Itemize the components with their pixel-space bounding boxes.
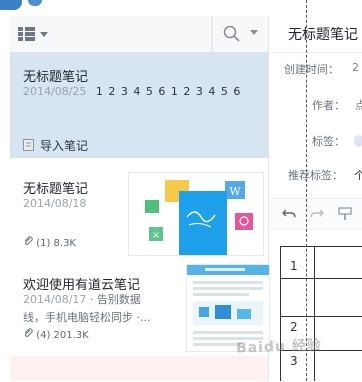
note-item-3[interactable]: 欢迎使用有道云笔记 2014/08/17 · 告别数据 线，手机电脑轻松同步 ·… [10, 258, 270, 357]
table-row[interactable]: 1 [280, 246, 362, 279]
table-cell-text: 3 [290, 354, 298, 368]
import-note-link[interactable]: 导入笔记 [23, 136, 88, 154]
svg-text:×: × [152, 230, 160, 241]
note-snippet-line2: 线，手机电脑轻松同步 ·... [23, 311, 151, 324]
note-date-text: 2014/08/25 [23, 85, 87, 98]
import-note-label: 导入笔记 [40, 138, 89, 153]
list-view-icon [18, 27, 48, 41]
view-mode-button[interactable] [18, 26, 54, 42]
paperclip-icon [24, 236, 33, 245]
redo-icon[interactable] [310, 208, 324, 220]
note-item-4[interactable] [10, 356, 268, 381]
recommended-tags-value: 个 [354, 169, 362, 182]
note-detail-panel: 无标题笔记 创建时间： 2 作者： 点 标签： 推荐标签： 个 1 2 3 [270, 16, 362, 381]
format-brush-icon[interactable] [338, 207, 352, 221]
note-table[interactable]: 1 2 3 [280, 246, 362, 381]
attachment-info: (1) 8.3K [23, 236, 76, 249]
table-row[interactable] [280, 278, 362, 317]
note-snippet-line1: · 告别数据 [89, 293, 141, 306]
search-icon[interactable] [222, 24, 242, 44]
dashed-guide-line [306, 0, 307, 381]
tags-label: 标签： [312, 135, 345, 148]
recommended-tags-label: 推荐标签： [288, 169, 343, 182]
handwriting-app-thumbnail: W × [145, 180, 253, 255]
created-time-value: 2 [352, 61, 359, 74]
note-list-toolbar [10, 16, 268, 53]
note-item-2[interactable]: 无标题笔记 2014/08/18 (1) 8.3K W × [10, 158, 268, 259]
note-date: 2014/08/25 1 2 3 4 5 6 1 2 3 4 5 6 [23, 85, 241, 98]
search-area[interactable] [211, 16, 268, 52]
author-value: 点 [355, 99, 362, 112]
attachment-text: (1) 8.3K [36, 238, 76, 249]
note-date: 2014/08/18 [23, 197, 87, 210]
brand-shape [0, 0, 22, 10]
note-item-1[interactable]: 无标题笔记 2014/08/25 1 2 3 4 5 6 1 2 3 4 5 6… [10, 52, 268, 159]
note-thumbnail: W × [128, 172, 264, 256]
note-title: 无标题笔记 [23, 70, 89, 85]
created-time-label: 创建时间： [284, 63, 339, 76]
table-cell-text: 2 [290, 320, 298, 334]
divider [270, 52, 362, 53]
note-date-snippet: 2014/08/17 · 告别数据 [23, 291, 141, 307]
chevron-down-icon[interactable] [250, 30, 258, 35]
top-strip [0, 0, 362, 16]
attachment-text: (4) 201.3K [36, 330, 89, 341]
notebook-icon [23, 139, 34, 151]
brand-shape-2 [28, 0, 42, 6]
editor-toolbar [270, 198, 362, 230]
paperclip-icon [24, 328, 33, 337]
note-title: 无标题笔记 [23, 182, 89, 197]
undo-icon[interactable] [282, 208, 296, 220]
author-label: 作者： [312, 99, 345, 112]
note-date: 2014/08/17 [23, 293, 87, 306]
svg-text:W: W [229, 185, 241, 198]
note-snippet: 1 2 3 4 5 6 1 2 3 4 5 6 [95, 85, 242, 98]
note-list-panel: 无标题笔记 2014/08/25 1 2 3 4 5 6 1 2 3 4 5 6… [10, 16, 270, 381]
attachment-info: (4) 201.3K [23, 328, 89, 341]
watermark: Baidu 经验 [235, 337, 323, 357]
add-tag-button[interactable] [354, 135, 362, 147]
table-cell-text: 1 [290, 259, 298, 273]
note-detail-title[interactable]: 无标题笔记 [288, 24, 358, 44]
